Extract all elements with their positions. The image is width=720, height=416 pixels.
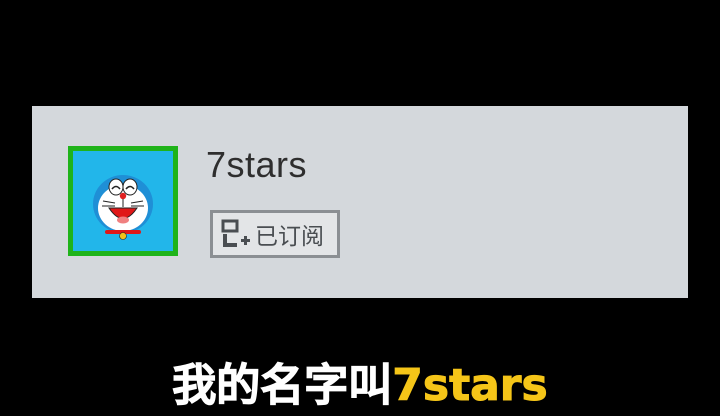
video-caption: 我的名字叫7stars: [0, 356, 720, 416]
channel-username[interactable]: 7stars: [206, 144, 307, 186]
channel-card: 7stars 已订阅: [32, 106, 688, 298]
caption-prefix: 我的名字叫: [172, 360, 393, 412]
caption-highlight: 7stars: [392, 360, 548, 412]
avatar[interactable]: [68, 146, 178, 256]
doraemon-face-icon: [93, 175, 153, 240]
subscribed-user-icon: [219, 217, 253, 251]
subscribed-label: 已订阅: [255, 224, 324, 250]
subscribed-button[interactable]: 已订阅: [210, 210, 340, 258]
